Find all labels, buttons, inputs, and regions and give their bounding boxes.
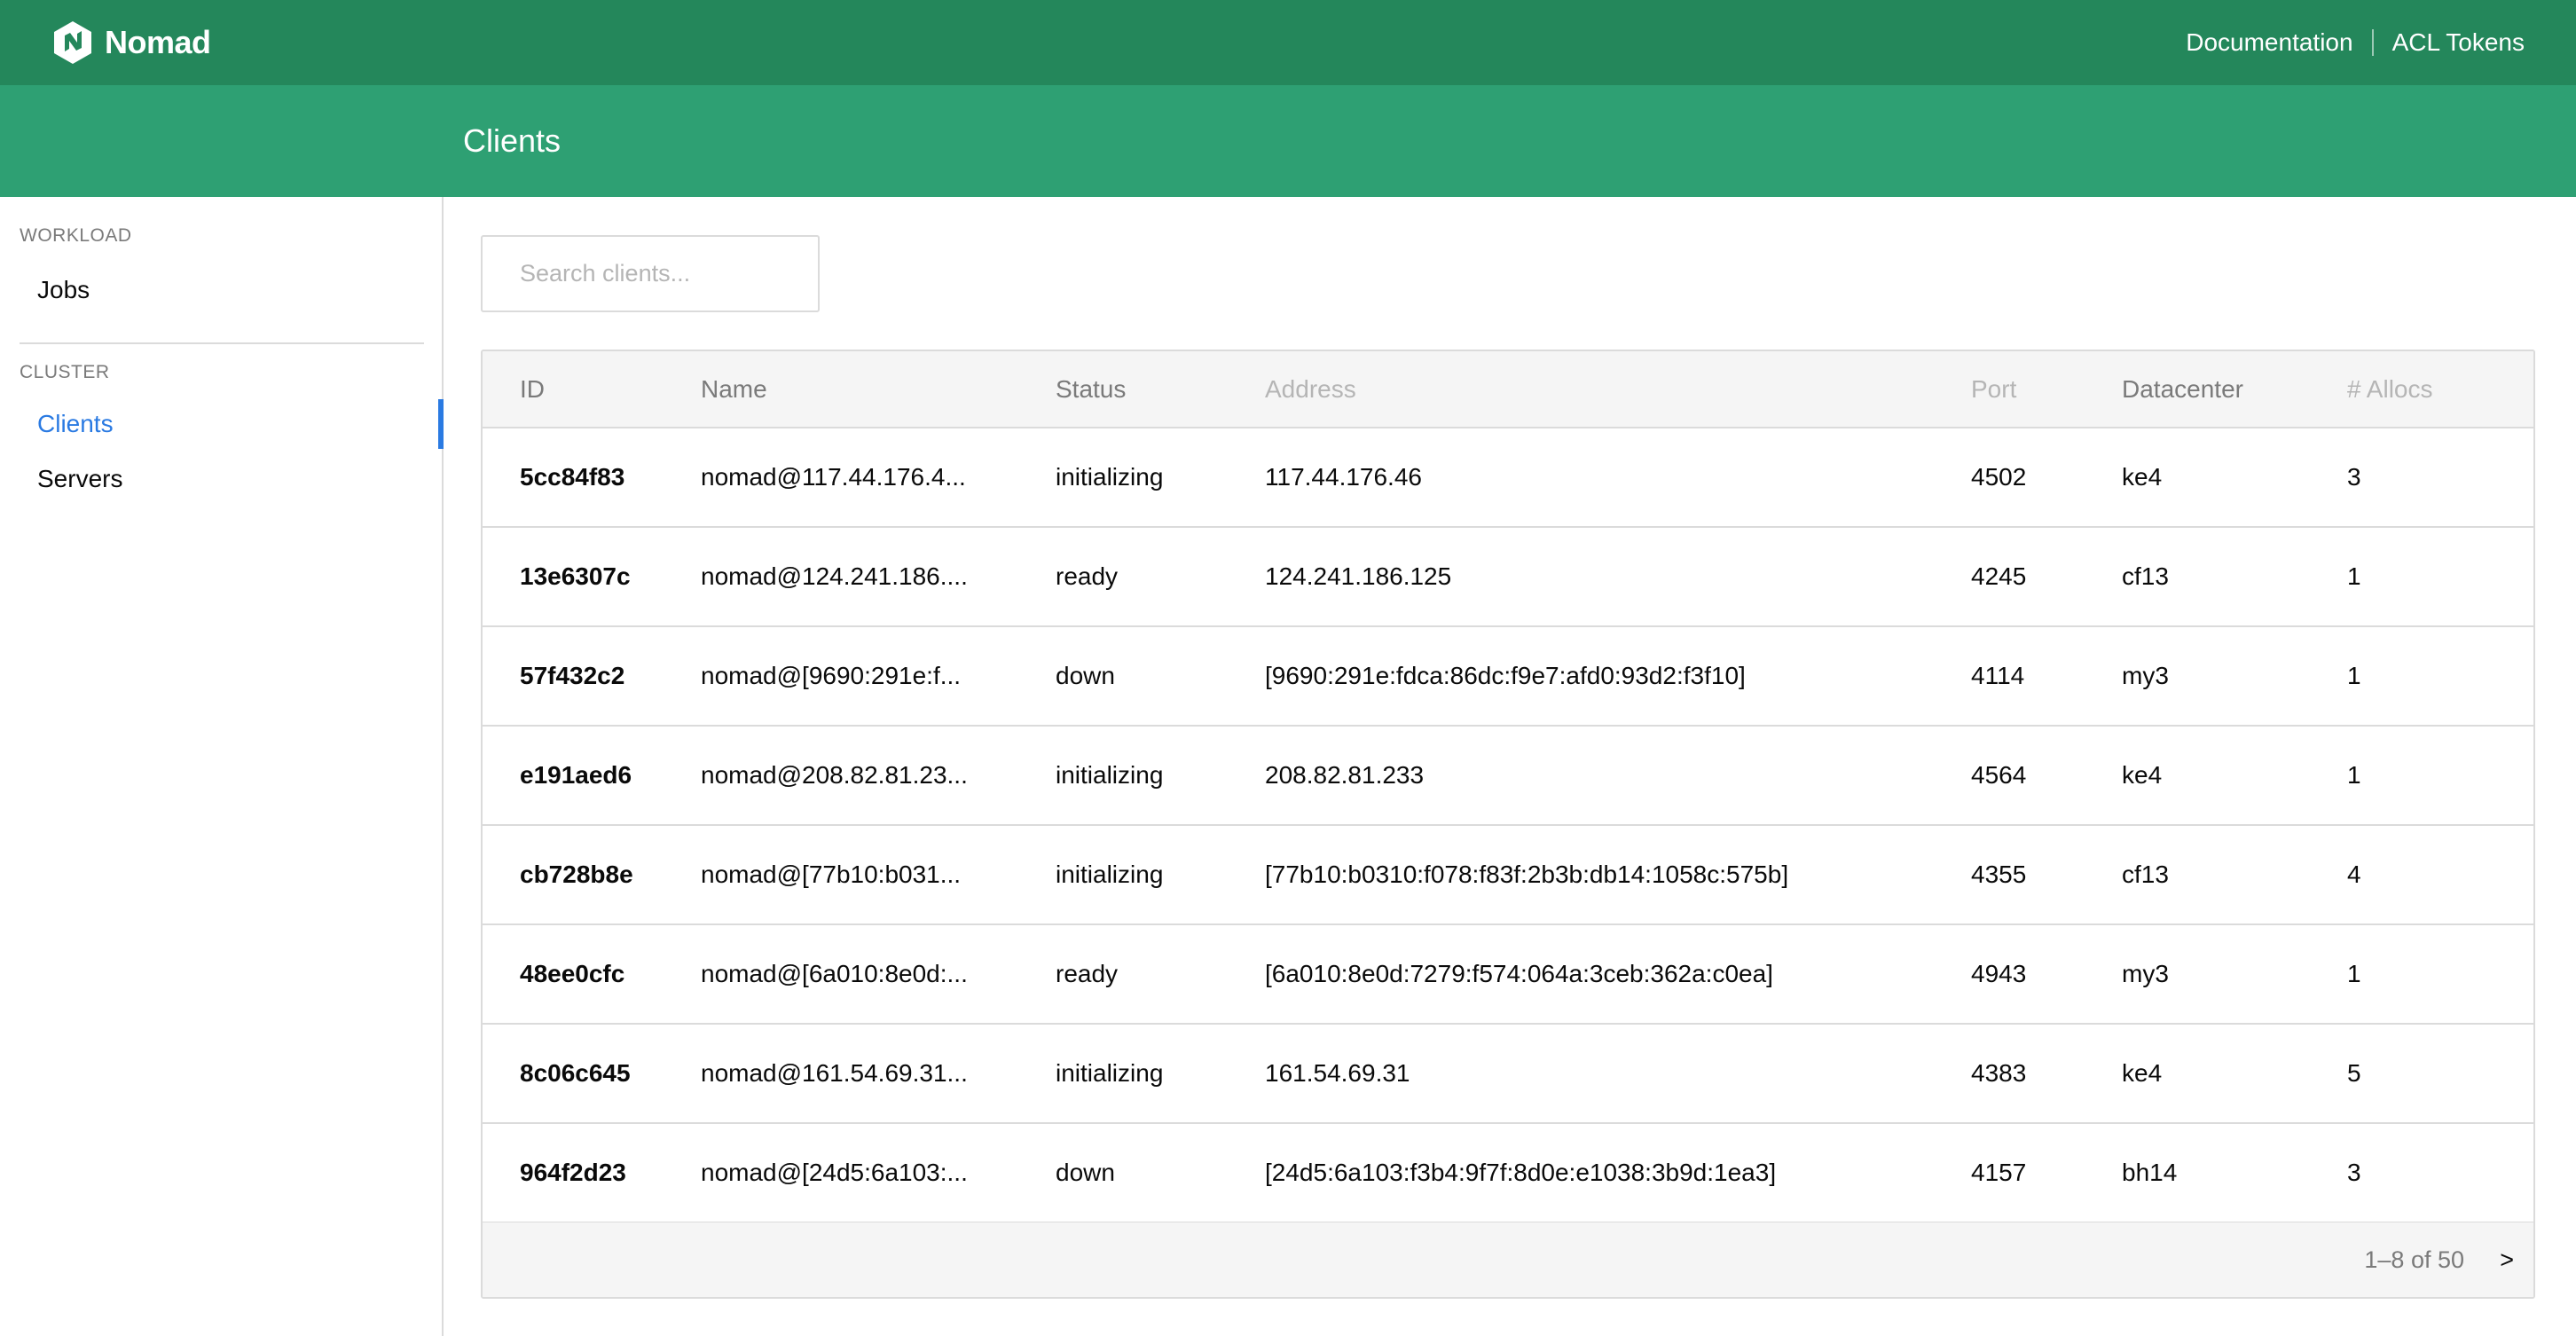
client-address: 117.44.176.46	[1265, 428, 1971, 528]
client-port: 4355	[1971, 825, 2122, 925]
table-row[interactable]: e191aed6 nomad@208.82.81.23... initializ…	[483, 726, 2533, 826]
client-name: nomad@[24d5:6a103:...	[701, 1123, 1056, 1223]
client-status: initializing	[1056, 1024, 1265, 1124]
table-row[interactable]: 964f2d23 nomad@[24d5:6a103:... down [24d…	[483, 1123, 2533, 1223]
search-input[interactable]	[481, 235, 820, 312]
client-address: [24d5:6a103:f3b4:9f7f:8d0e:e1038:3b9d:1e…	[1265, 1123, 1971, 1223]
client-status: initializing	[1056, 428, 1265, 528]
client-allocs: 1	[2347, 924, 2533, 1025]
sidebar-item-jobs[interactable]: Jobs	[20, 265, 442, 315]
table-row[interactable]: 5cc84f83 nomad@117.44.176.4... initializ…	[483, 428, 2533, 528]
column-header-address: Address	[1265, 351, 1971, 428]
client-allocs: 1	[2347, 527, 2533, 627]
client-port: 4383	[1971, 1024, 2122, 1124]
column-header-datacenter[interactable]: Datacenter	[2122, 351, 2347, 428]
client-id[interactable]: 964f2d23	[483, 1123, 701, 1223]
client-status: initializing	[1056, 825, 1265, 925]
column-header-allocs: # Allocs	[2347, 351, 2533, 428]
nav-divider	[2371, 29, 2374, 56]
client-port: 4157	[1971, 1123, 2122, 1223]
client-datacenter: ke4	[2122, 1024, 2347, 1124]
table-row[interactable]: 57f432c2 nomad@[9690:291e:f... down [969…	[483, 626, 2533, 727]
acl-tokens-link[interactable]: ACL Tokens	[2392, 28, 2525, 57]
top-nav: Documentation ACL Tokens	[2186, 0, 2525, 85]
page-header: Clients	[0, 85, 2576, 197]
client-name: nomad@[6a010:8e0d:...	[701, 924, 1056, 1025]
client-datacenter: my3	[2122, 626, 2347, 727]
client-datacenter: my3	[2122, 924, 2347, 1025]
sidebar-item-servers[interactable]: Servers	[20, 454, 442, 504]
client-allocs: 1	[2347, 726, 2533, 826]
client-id[interactable]: 5cc84f83	[483, 428, 701, 528]
brand-name: Nomad	[105, 24, 211, 60]
pagination-info: 1–8 of 50	[2364, 1246, 2464, 1273]
client-allocs: 1	[2347, 626, 2533, 727]
client-allocs: 4	[2347, 825, 2533, 925]
client-address: [6a010:8e0d:7279:f574:064a:3ceb:362a:c0e…	[1265, 924, 1971, 1025]
sidebar-divider	[20, 342, 424, 344]
client-address: 161.54.69.31	[1265, 1024, 1971, 1124]
client-name: nomad@124.241.186....	[701, 527, 1056, 627]
top-navbar: Nomad Documentation ACL Tokens	[0, 0, 2576, 85]
client-id[interactable]: 8c06c645	[483, 1024, 701, 1124]
client-id[interactable]: 57f432c2	[483, 626, 701, 727]
client-id[interactable]: 13e6307c	[483, 527, 701, 627]
client-name: nomad@[9690:291e:f...	[701, 626, 1056, 727]
table-header-row: ID Name Status Address Port Datacenter #…	[483, 351, 2533, 428]
client-datacenter: bh14	[2122, 1123, 2347, 1223]
client-id[interactable]: 48ee0cfc	[483, 924, 701, 1025]
menu-label-workload: WORKLOAD	[20, 225, 132, 246]
client-status: ready	[1056, 527, 1265, 627]
client-allocs: 5	[2347, 1024, 2533, 1124]
client-address: 208.82.81.233	[1265, 726, 1971, 826]
client-name: nomad@[77b10:b031...	[701, 825, 1056, 925]
client-address: [9690:291e:fdca:86dc:f9e7:afd0:93d2:f3f1…	[1265, 626, 1971, 727]
sidebar: WORKLOAD Jobs CLUSTER Clients Servers	[0, 197, 444, 1336]
clients-table: ID Name Status Address Port Datacenter #…	[483, 351, 2533, 1223]
clients-table-body: 5cc84f83 nomad@117.44.176.4... initializ…	[483, 428, 2533, 1223]
client-datacenter: cf13	[2122, 527, 2347, 627]
client-address: 124.241.186.125	[1265, 527, 1971, 627]
brand-link[interactable]: Nomad	[51, 20, 211, 66]
menu-label-cluster: CLUSTER	[20, 362, 110, 382]
client-status: down	[1056, 1123, 1265, 1223]
column-header-name[interactable]: Name	[701, 351, 1056, 428]
table-row[interactable]: 48ee0cfc nomad@[6a010:8e0d:... ready [6a…	[483, 924, 2533, 1025]
client-datacenter: ke4	[2122, 428, 2347, 528]
next-page-button[interactable]: >	[2500, 1222, 2514, 1297]
sidebar-item-clients[interactable]: Clients	[20, 399, 444, 449]
client-allocs: 3	[2347, 428, 2533, 528]
client-allocs: 3	[2347, 1123, 2533, 1223]
table-row[interactable]: cb728b8e nomad@[77b10:b031... initializi…	[483, 825, 2533, 925]
client-datacenter: cf13	[2122, 825, 2347, 925]
client-status: down	[1056, 626, 1265, 727]
client-port: 4245	[1971, 527, 2122, 627]
column-header-port: Port	[1971, 351, 2122, 428]
client-name: nomad@161.54.69.31...	[701, 1024, 1056, 1124]
column-header-status[interactable]: Status	[1056, 351, 1265, 428]
client-port: 4114	[1971, 626, 2122, 727]
table-row[interactable]: 8c06c645 nomad@161.54.69.31... initializ…	[483, 1024, 2533, 1124]
client-port: 4502	[1971, 428, 2122, 528]
client-datacenter: ke4	[2122, 726, 2347, 826]
client-name: nomad@117.44.176.4...	[701, 428, 1056, 528]
client-port: 4943	[1971, 924, 2122, 1025]
client-address: [77b10:b0310:f078:f83f:2b3b:db14:1058c:5…	[1265, 825, 1971, 925]
nomad-logo-icon	[54, 21, 91, 64]
table-row[interactable]: 13e6307c nomad@124.241.186.... ready 124…	[483, 527, 2533, 627]
client-port: 4564	[1971, 726, 2122, 826]
client-name: nomad@208.82.81.23...	[701, 726, 1056, 826]
clients-table-container: ID Name Status Address Port Datacenter #…	[481, 350, 2535, 1299]
documentation-link[interactable]: Documentation	[2186, 28, 2352, 57]
column-header-id[interactable]: ID	[483, 351, 701, 428]
page-title: Clients	[463, 122, 562, 159]
client-status: ready	[1056, 924, 1265, 1025]
pagination-bar: 1–8 of 50 >	[483, 1222, 2533, 1297]
client-status: initializing	[1056, 726, 1265, 826]
client-id[interactable]: e191aed6	[483, 726, 701, 826]
client-id[interactable]: cb728b8e	[483, 825, 701, 925]
